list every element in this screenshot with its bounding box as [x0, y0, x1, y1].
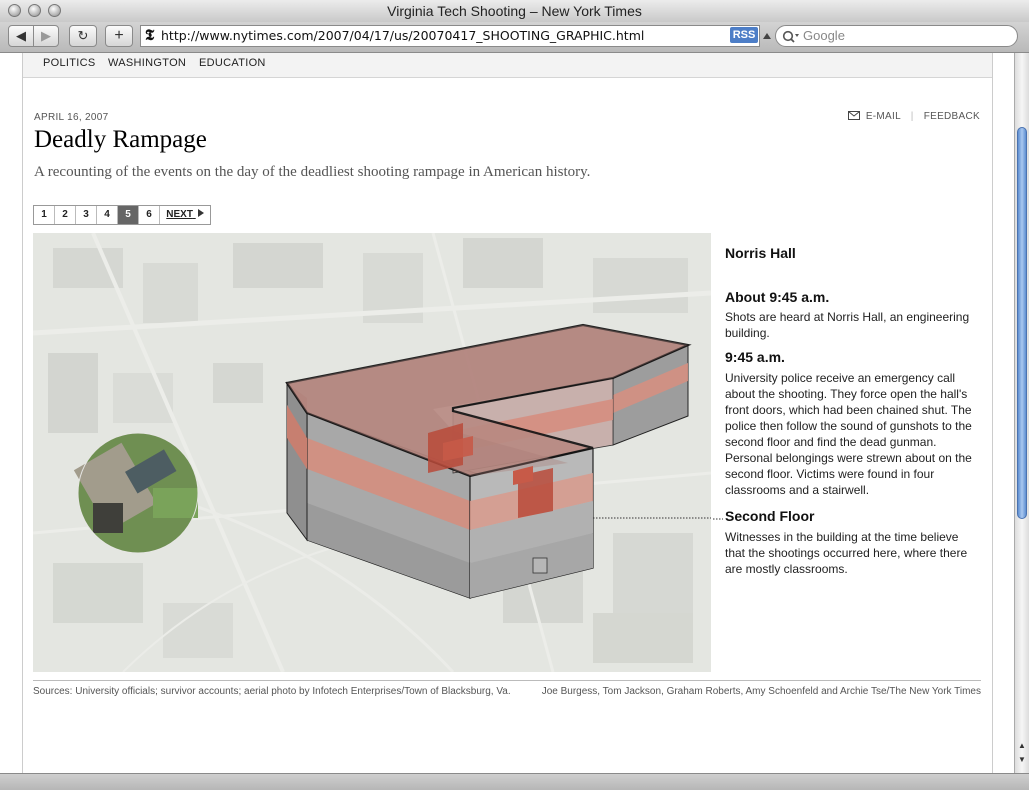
- dek: A recounting of the events on the day of…: [34, 164, 591, 180]
- email-link[interactable]: E-MAIL: [866, 111, 901, 122]
- plus-icon: +: [114, 27, 124, 44]
- play-arrow-icon: [197, 209, 204, 217]
- pagination: 1 2 3 4 5 6 NEXT: [33, 205, 211, 225]
- page-link-5-current[interactable]: 5: [118, 206, 139, 224]
- page-link-3[interactable]: 3: [76, 206, 97, 224]
- section-nav: POLITICS WASHINGTON EDUCATION: [23, 53, 992, 78]
- nav-politics[interactable]: POLITICS: [43, 57, 96, 69]
- page-link-6[interactable]: 6: [139, 206, 160, 224]
- page-link-1[interactable]: 1: [34, 206, 55, 224]
- timeline-text-2: University police receive an emergency c…: [725, 371, 972, 497]
- norris-hall-graphic: [33, 233, 711, 672]
- page-container: POLITICS WASHINGTON EDUCATION APRIL 16, …: [22, 53, 993, 773]
- add-bookmark-button[interactable]: +: [105, 25, 133, 47]
- timeline-heading-3: Second Floor: [725, 508, 815, 524]
- leader-line-end: [713, 518, 723, 520]
- page-link-2[interactable]: 2: [55, 206, 76, 224]
- back-arrow-icon: ◀: [16, 28, 26, 43]
- credits-rule: [33, 680, 981, 681]
- page-link-4[interactable]: 4: [97, 206, 118, 224]
- search-icon: [782, 30, 799, 43]
- web-page: POLITICS WASHINGTON EDUCATION APRIL 16, …: [0, 53, 1014, 773]
- next-label: NEXT: [166, 209, 193, 220]
- forward-button[interactable]: ▶: [33, 25, 59, 47]
- search-placeholder: Google: [803, 28, 845, 43]
- rss-button[interactable]: RSS: [730, 27, 758, 43]
- sources-credit: Sources: University officials; survivor …: [33, 686, 511, 697]
- reload-button[interactable]: ↻: [69, 25, 97, 47]
- scrollbar-thumb[interactable]: [1017, 127, 1027, 519]
- tools-divider: |: [910, 111, 914, 122]
- headline: Deadly Rampage: [34, 126, 207, 153]
- article-tools: E-MAIL | FEEDBACK: [847, 111, 980, 122]
- scroll-down-arrow-icon[interactable]: ▼: [1018, 755, 1026, 764]
- back-button[interactable]: ◀: [8, 25, 34, 47]
- timeline-text-1: Shots are heard at Norris Hall, an engin…: [725, 310, 970, 340]
- next-button[interactable]: NEXT: [160, 206, 210, 224]
- timeline-heading-1: About 9:45 a.m.: [725, 289, 830, 305]
- window-bottom-bar: [0, 773, 1029, 790]
- url-text[interactable]: http://www.nytimes.com/2007/04/17/us/200…: [161, 26, 644, 46]
- nav-education[interactable]: EDUCATION: [199, 57, 266, 69]
- window-titlebar: Virginia Tech Shooting – New York Times: [0, 0, 1029, 23]
- search-field[interactable]: Google: [775, 25, 1018, 47]
- article-date: APRIL 16, 2007: [34, 112, 109, 123]
- authors-credit: Joe Burgess, Tom Jackson, Graham Roberts…: [541, 686, 981, 697]
- sidebar-title: Norris Hall: [725, 245, 796, 261]
- reload-icon: ↻: [77, 28, 89, 43]
- vertical-scrollbar[interactable]: ▲ ▼: [1014, 53, 1029, 773]
- forward-arrow-icon: ▶: [41, 28, 51, 43]
- scroll-up-arrow-icon[interactable]: ▲: [1018, 741, 1026, 750]
- address-bar[interactable]: 𝕿 http://www.nytimes.com/2007/04/17/us/2…: [140, 25, 760, 47]
- chevron-up-icon[interactable]: [763, 32, 771, 40]
- envelope-icon: [847, 111, 860, 120]
- nav-washington[interactable]: WASHINGTON: [108, 57, 186, 69]
- site-favicon: 𝕿: [145, 28, 155, 44]
- browser-toolbar: ◀ ▶ ↻ + 𝕿 http://www.nytimes.com/2007/04…: [0, 22, 1029, 53]
- timeline-heading-2: 9:45 a.m.: [725, 349, 785, 365]
- feedback-link[interactable]: FEEDBACK: [924, 111, 980, 122]
- timeline-text-3: Witnesses in the building at the time be…: [725, 530, 968, 576]
- window-title: Virginia Tech Shooting – New York Times: [387, 3, 642, 19]
